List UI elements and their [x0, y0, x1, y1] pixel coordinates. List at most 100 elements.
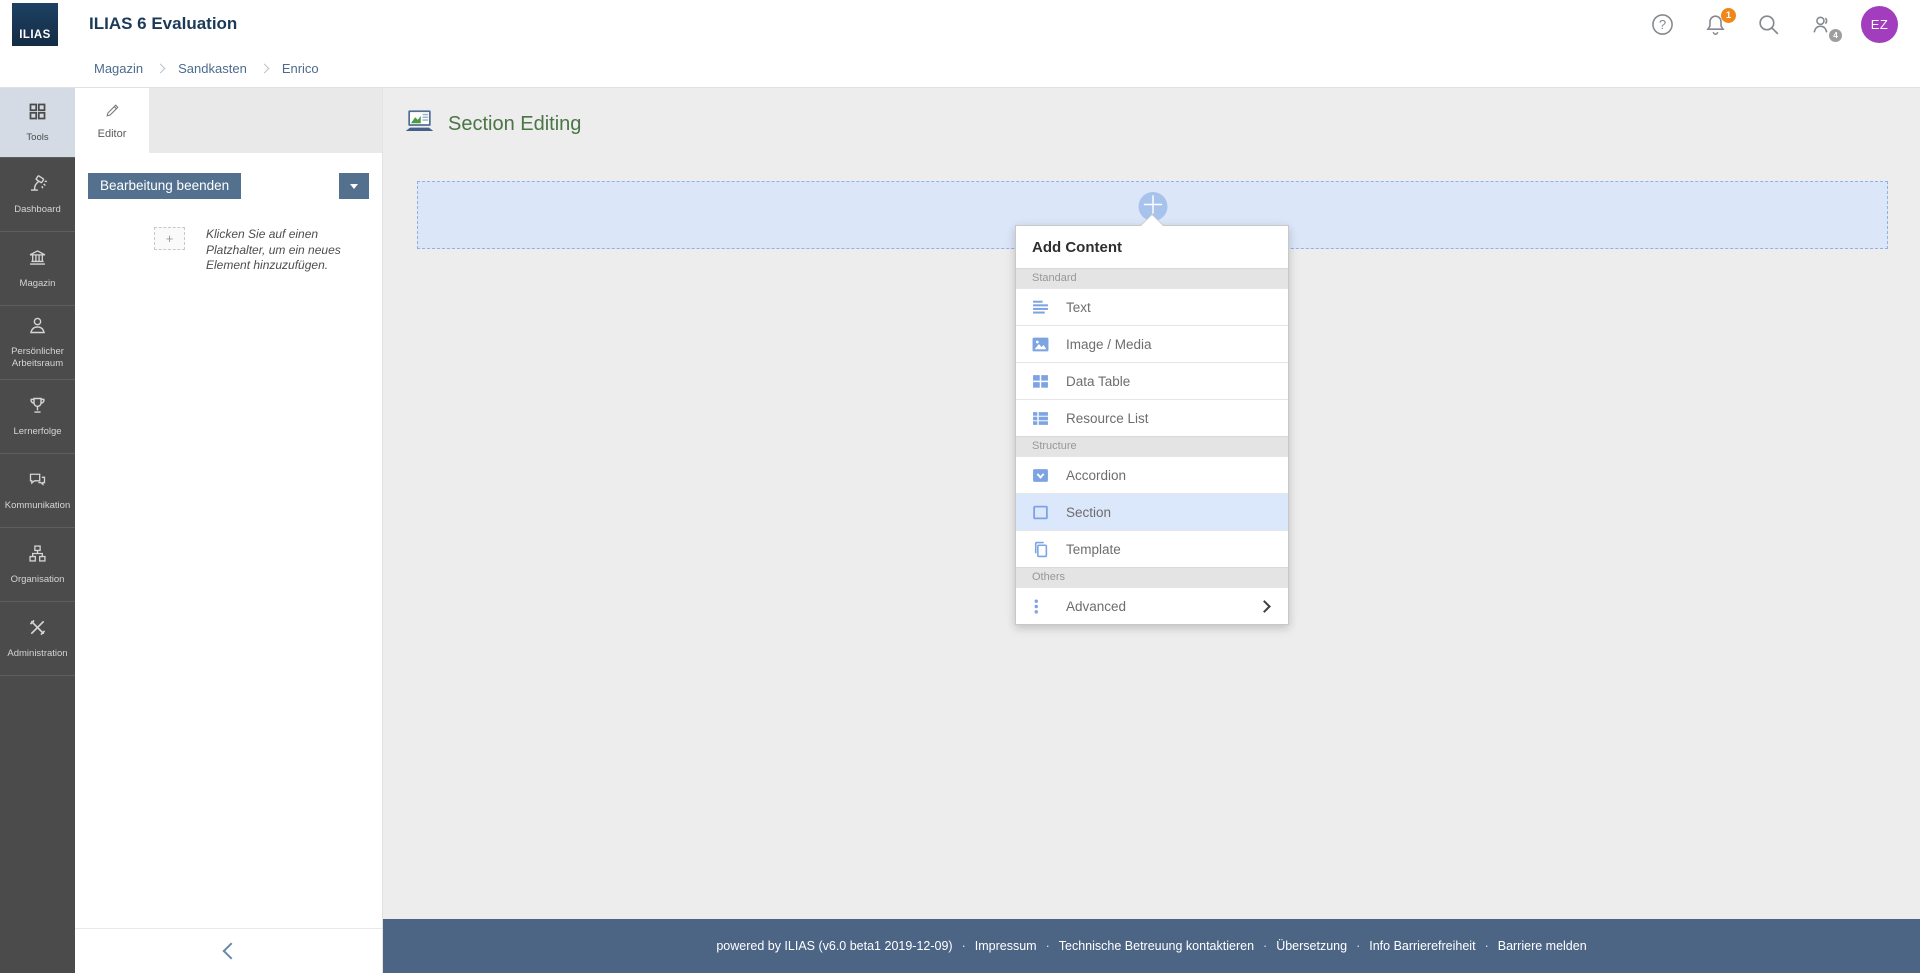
footer-separator: ·: [1263, 939, 1267, 953]
chevron-right-icon: [156, 63, 166, 73]
popup-arrow: [1141, 215, 1163, 226]
section-square-icon: [1032, 504, 1049, 521]
finish-editing-dropdown-button[interactable]: [339, 173, 369, 199]
chat-bubbles-icon: [27, 469, 48, 500]
sidebar-item-label: Tools: [26, 132, 48, 144]
logo-text: ILIAS: [19, 29, 50, 41]
org-chart-icon: [27, 543, 48, 574]
user-avatar[interactable]: EZ: [1861, 6, 1898, 43]
ilias-logo[interactable]: ILIAS: [12, 3, 58, 46]
add-content-item-advanced[interactable]: Advanced: [1016, 587, 1288, 624]
sidebar-item-dashboard[interactable]: Dashboard: [0, 158, 75, 232]
collapse-panel-button[interactable]: [75, 928, 382, 973]
search-button[interactable]: [1755, 12, 1781, 38]
tab-editor[interactable]: Editor: [75, 88, 149, 153]
add-content-item-text[interactable]: Text: [1016, 288, 1288, 325]
notification-badge: 1: [1721, 8, 1736, 23]
sidebar-item-label: Organisation: [11, 574, 65, 586]
app-title: ILIAS 6 Evaluation: [89, 14, 237, 34]
header-actions: ? 1: [1649, 0, 1898, 49]
main-sidebar: Tools Dashboard Magazin: [0, 88, 75, 973]
footer-separator: ·: [1485, 939, 1489, 953]
sidebar-item-organisation[interactable]: Organisation: [0, 528, 75, 602]
chevron-left-icon: [223, 943, 240, 960]
trophy-icon: [27, 395, 48, 426]
sidebar-item-magazin[interactable]: Magazin: [0, 232, 75, 306]
add-placeholder-button[interactable]: +: [154, 227, 185, 250]
tab-editor-label: Editor: [98, 128, 127, 140]
breadcrumb-item-enrico[interactable]: Enrico: [282, 61, 319, 76]
breadcrumb: Magazin Sandkasten Enrico: [0, 49, 1920, 88]
add-content-item-resource-list[interactable]: Resource List: [1016, 399, 1288, 436]
sidebar-item-personal-workspace[interactable]: Persönlicher Arbeitsraum: [0, 306, 75, 380]
contacts-badge: 4: [1829, 29, 1842, 42]
bank-icon: [27, 247, 48, 278]
chevron-right-icon: [1258, 600, 1271, 613]
page-header: Section Editing: [383, 88, 1920, 140]
add-content-item-image-media[interactable]: Image / Media: [1016, 325, 1288, 362]
chevron-right-icon: [259, 63, 269, 73]
finish-editing-button[interactable]: Bearbeitung beenden: [88, 173, 241, 199]
footer-separator: ·: [1356, 939, 1360, 953]
footer-link-barriere-melden[interactable]: Barriere melden: [1498, 939, 1587, 953]
page-footer: powered by ILIAS (v6.0 beta1 2019-12-09)…: [383, 919, 1920, 973]
add-content-item-data-table[interactable]: Data Table: [1016, 362, 1288, 399]
svg-text:?: ?: [1658, 17, 1665, 32]
accordion-icon: [1032, 467, 1049, 484]
popup-group-structure: Structure: [1016, 436, 1288, 456]
content-page-icon: [404, 109, 435, 140]
footer-separator: ·: [1046, 939, 1050, 953]
image-icon: [1032, 336, 1049, 353]
table-icon: [1032, 373, 1049, 390]
popup-group-standard: Standard: [1016, 268, 1288, 288]
sidebar-item-label: Administration: [7, 648, 67, 660]
panel-tabstrip: Editor: [75, 88, 382, 153]
avatar-initials: EZ: [1871, 17, 1889, 32]
editor-panel: Editor Bearbeitung beenden + Klicken Sie…: [75, 88, 383, 973]
grid-icon: [27, 101, 48, 132]
help-button[interactable]: ?: [1649, 12, 1675, 38]
placeholder-hint-text: Klicken Sie auf einen Platzhalter, um ei…: [206, 227, 344, 274]
main-content: Section Editing Add Content Standard: [383, 88, 1920, 919]
contacts-button[interactable]: 4: [1808, 12, 1834, 38]
page-title: Section Editing: [448, 113, 581, 136]
popup-title: Add Content: [1016, 226, 1288, 268]
footer-link-uebersetzung[interactable]: Übersetzung: [1276, 939, 1347, 953]
notifications-button[interactable]: 1: [1702, 12, 1728, 38]
footer-link-impressum[interactable]: Impressum: [975, 939, 1037, 953]
powered-by-text: powered by ILIAS (v6.0 beta1 2019-12-09): [716, 939, 952, 953]
add-content-item-template[interactable]: Template: [1016, 530, 1288, 567]
sidebar-item-label: Lernerfolge: [13, 426, 61, 438]
sidebar-item-lernerfolge[interactable]: Lernerfolge: [0, 380, 75, 454]
add-content-popup: Add Content Standard Text: [1015, 225, 1289, 625]
sidebar-item-tools[interactable]: Tools: [0, 88, 75, 158]
sidebar-item-label: Magazin: [20, 278, 56, 290]
caret-down-icon: [350, 184, 358, 189]
person-icon: [27, 315, 48, 346]
copy-icon: [1032, 541, 1049, 558]
add-content-item-section[interactable]: Section: [1016, 493, 1288, 530]
question-circle-icon: ?: [1650, 12, 1675, 37]
footer-link-info-barrierefreiheit[interactable]: Info Barrierefreiheit: [1369, 939, 1475, 953]
popup-group-others: Others: [1016, 567, 1288, 587]
placeholder-hint-row: + Klicken Sie auf einen Platzhalter, um …: [88, 227, 369, 274]
footer-separator: ·: [962, 939, 966, 953]
crossed-tools-icon: [27, 617, 48, 648]
top-header: ILIAS ILIAS 6 Evaluation ? 1: [0, 0, 1920, 49]
breadcrumb-item-magazin[interactable]: Magazin: [94, 61, 143, 76]
breadcrumb-item-sandkasten[interactable]: Sandkasten: [178, 61, 247, 76]
sidebar-item-label: Persönlicher Arbeitsraum: [2, 346, 73, 370]
sidebar-item-label: Kommunikation: [5, 500, 70, 512]
desk-lamp-icon: [27, 173, 48, 204]
text-lines-icon: [1032, 299, 1049, 316]
pencil-icon: [104, 102, 121, 128]
list-icon: [1032, 410, 1049, 427]
magnifier-icon: [1756, 12, 1781, 37]
add-content-item-accordion[interactable]: Accordion: [1016, 456, 1288, 493]
dots-vertical-icon: [1032, 598, 1049, 615]
sidebar-item-administration[interactable]: Administration: [0, 602, 75, 676]
sidebar-item-kommunikation[interactable]: Kommunikation: [0, 454, 75, 528]
footer-link-technische-betreuung[interactable]: Technische Betreuung kontaktieren: [1059, 939, 1254, 953]
plus-icon: +: [166, 231, 174, 246]
panel-body: Bearbeitung beenden + Klicken Sie auf ei…: [75, 153, 382, 274]
